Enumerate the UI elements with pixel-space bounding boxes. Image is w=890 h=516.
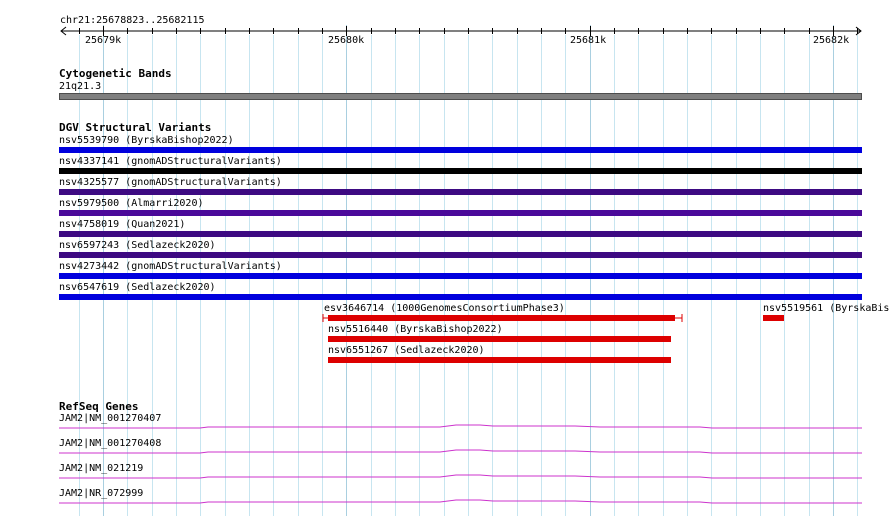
gene-intron-line[interactable]: [59, 424, 862, 429]
gene-intron-line[interactable]: [59, 499, 862, 504]
genome-browser-view: chr21:25678823..25682115 25679k 25680k 2…: [0, 0, 890, 516]
gene-intron-line[interactable]: [59, 449, 862, 454]
gene-intron-line[interactable]: [59, 474, 862, 479]
gene-models: [59, 424, 862, 504]
